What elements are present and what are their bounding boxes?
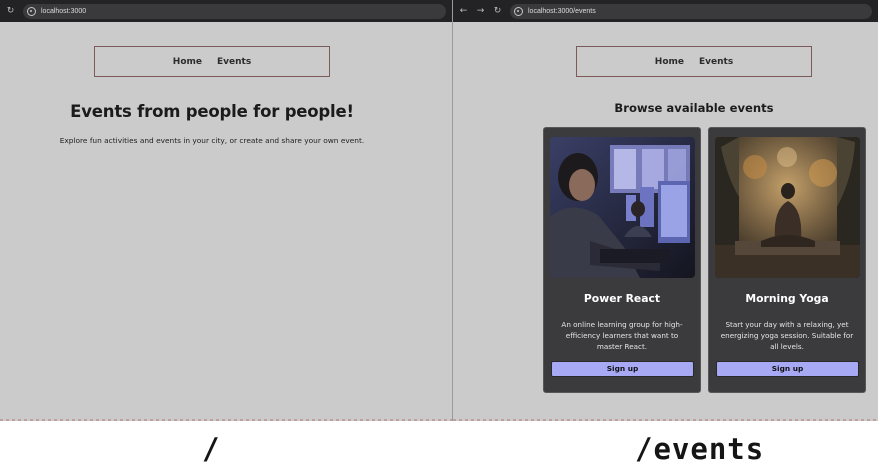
browser-toolbar: ↻ localhost:3000 xyxy=(0,0,452,22)
forward-arrow-icon[interactable]: → xyxy=(474,5,487,18)
event-title: Morning Yoga xyxy=(745,292,829,305)
route-label-events: /events xyxy=(635,432,765,466)
address-bar[interactable]: localhost:3000/events xyxy=(510,3,872,19)
address-bar[interactable]: localhost:3000 xyxy=(23,3,446,19)
viewport-edge xyxy=(0,419,452,421)
event-card: Morning Yoga Start your day with a relax… xyxy=(708,127,866,393)
site-info-icon[interactable] xyxy=(27,6,36,16)
event-description: Start your day with a relaxing, yet ener… xyxy=(720,320,854,352)
events-page-window: ← → ↻ localhost:3000/events Home Events … xyxy=(453,0,878,421)
event-title: Power React xyxy=(583,292,661,305)
event-image-yoga xyxy=(715,137,860,278)
hero-description: Explore fun activities and events in you… xyxy=(59,136,365,145)
sign-up-button[interactable]: Sign up xyxy=(716,361,859,377)
site-info-icon[interactable] xyxy=(514,6,523,16)
reload-icon[interactable]: ↻ xyxy=(491,5,504,18)
nav-home-link[interactable]: Home xyxy=(173,57,202,67)
url-text: localhost:3000/events xyxy=(528,7,596,15)
route-label-home: / xyxy=(202,432,221,466)
sign-up-button[interactable]: Sign up xyxy=(551,361,694,377)
page-title: Browse available events xyxy=(614,101,774,115)
event-card: Power React An online learning group for… xyxy=(543,127,701,393)
browser-toolbar: ← → ↻ localhost:3000/events xyxy=(453,0,878,22)
reload-icon[interactable]: ↻ xyxy=(4,5,17,18)
main-navigation: Home Events xyxy=(576,46,812,77)
viewport-edge xyxy=(453,419,878,421)
event-description: An online learning group for high-effici… xyxy=(561,320,683,352)
nav-home-link[interactable]: Home xyxy=(655,57,684,67)
hero-title: Events from people for people! xyxy=(70,102,354,121)
event-image-coding xyxy=(550,137,695,278)
nav-events-link[interactable]: Events xyxy=(217,57,251,67)
url-text: localhost:3000 xyxy=(41,7,87,15)
nav-events-link[interactable]: Events xyxy=(699,57,733,67)
home-page-window: ↻ localhost:3000 Home Events Events from… xyxy=(0,0,452,421)
main-navigation: Home Events xyxy=(94,46,330,77)
back-arrow-icon[interactable]: ← xyxy=(457,5,470,18)
